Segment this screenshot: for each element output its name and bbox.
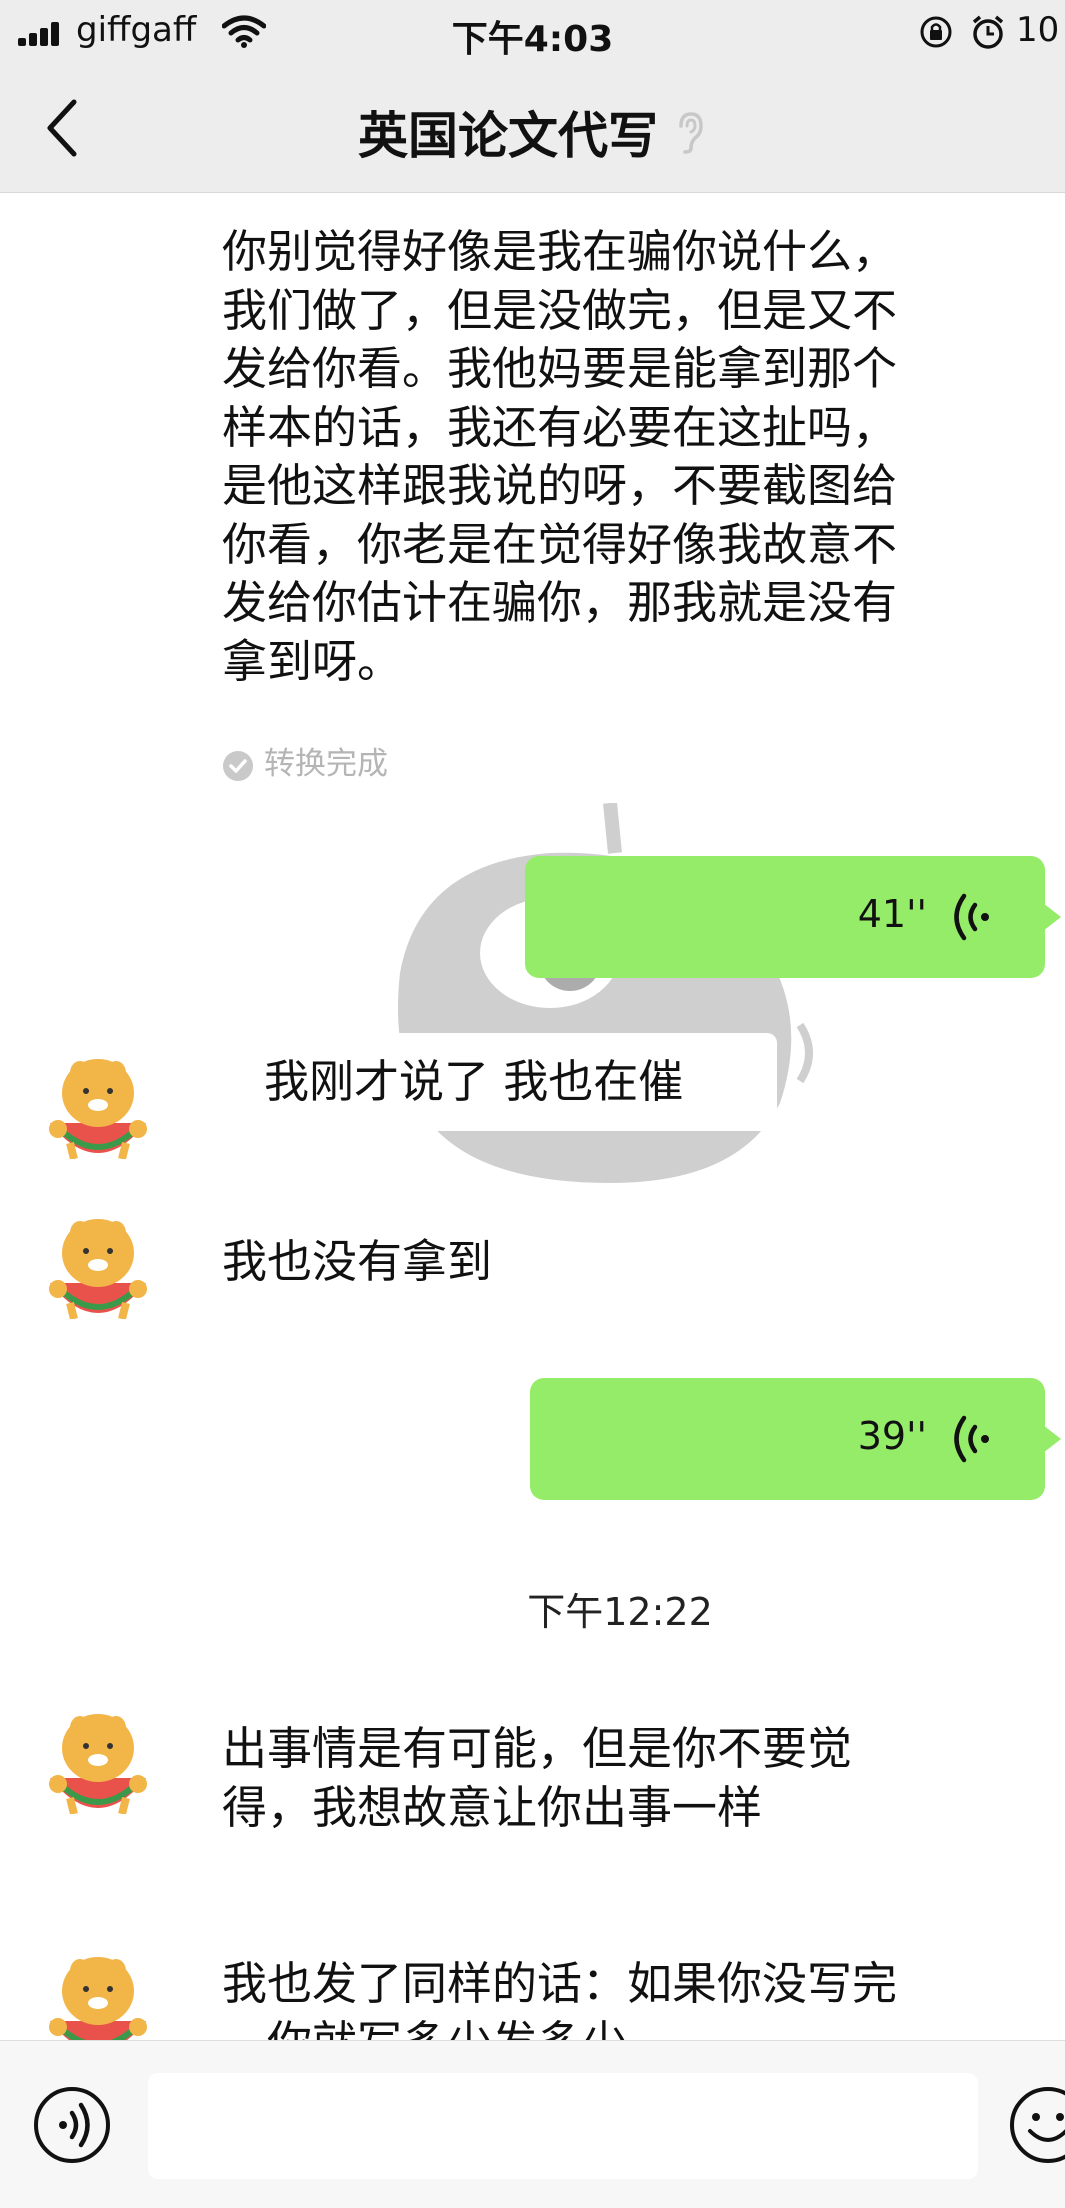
voice-duration: 39'' xyxy=(857,1414,927,1458)
emoji-icon[interactable] xyxy=(1008,2085,1065,2165)
nav-bar: 英国论文代写 xyxy=(0,64,1065,193)
message-text: 我也发了同样的话：如果你没写完 ，你就写多少发多少 xyxy=(222,1955,897,2040)
message-line: 出事情是有可能，但是你不要觉 xyxy=(222,1722,853,1775)
input-bar xyxy=(0,2040,1065,2208)
message-line: 得，我想故意让你出事一样 xyxy=(222,1780,763,1834)
message-line: 我们做了，但是没做完，但是又不 xyxy=(222,283,898,337)
voice-input-icon[interactable] xyxy=(32,2085,112,2165)
rotation-lock-icon xyxy=(920,16,952,48)
conversion-status-label: 转换完成 xyxy=(264,746,388,782)
chat-area[interactable]: 你别觉得好像是我在骗你说什么， 我们做了，但是没做完，但是又不 发给你看。我他妈… xyxy=(0,193,1065,2040)
contact-avatar[interactable] xyxy=(40,1698,156,1814)
message-text: 我刚才说了 我也在催 xyxy=(264,1055,684,1108)
voice-duration: 41'' xyxy=(857,892,927,936)
header: giffgaff 下午4:03 10 英国论文代写 xyxy=(0,0,1065,193)
message-line: 是他这样跟我说的呀，不要截图给 xyxy=(222,459,898,512)
contact-avatar[interactable] xyxy=(40,1203,156,1319)
message-line: 发给你看。我他妈要是能拿到那个 xyxy=(222,342,898,395)
conversion-status: 转换完成 xyxy=(222,738,388,783)
message-line: 我也发了同样的话：如果你没写完 xyxy=(222,1957,898,2010)
voice-message[interactable]: 41'' xyxy=(525,856,1061,978)
message-timestamp: 下午12:22 xyxy=(527,1590,713,1634)
message-line: 你别觉得好像是我在骗你说什么， xyxy=(222,225,898,278)
message-line: ，你就写多少发多少 xyxy=(222,2014,897,2041)
message-input[interactable] xyxy=(148,2073,978,2179)
message-line: 你看，你老是在觉得好像我故意不 xyxy=(222,517,898,571)
status-bar: giffgaff 下午4:03 10 xyxy=(0,0,1065,64)
contact-avatar[interactable] xyxy=(40,1941,156,2040)
status-time: 下午4:03 xyxy=(451,19,614,60)
voice-wave-icon xyxy=(954,893,989,941)
message-text: 我也没有拿到 xyxy=(222,1235,493,1288)
earpiece-mode-icon xyxy=(679,112,703,154)
contact-avatar[interactable] xyxy=(40,1043,156,1159)
battery-level: 10 xyxy=(1016,10,1060,50)
alarm-icon xyxy=(972,15,1004,49)
check-circle-icon xyxy=(223,750,253,781)
message-line: 发给你估计在骗你，那我就是没有 xyxy=(222,576,898,629)
voice-wave-icon xyxy=(954,1415,989,1463)
message-bubble[interactable]: 我刚才说了 我也在催 xyxy=(222,1033,777,1131)
message-text: 出事情是有可能，但是你不要觉 得，我想故意让你出事一样 xyxy=(222,1720,852,1837)
message-line: 样本的话，我还有必要在这扯吗， xyxy=(222,400,898,454)
title-wrap: 英国论文代写 xyxy=(0,96,1065,168)
message-line: 拿到呀。 xyxy=(222,634,403,688)
chat-title: 英国论文代写 xyxy=(357,107,658,165)
voice-message[interactable]: 39'' xyxy=(530,1378,1061,1500)
message-text: 你别觉得好像是我在骗你说什么， 我们做了，但是没做完，但是又不 发给你看。我他妈… xyxy=(222,223,897,691)
